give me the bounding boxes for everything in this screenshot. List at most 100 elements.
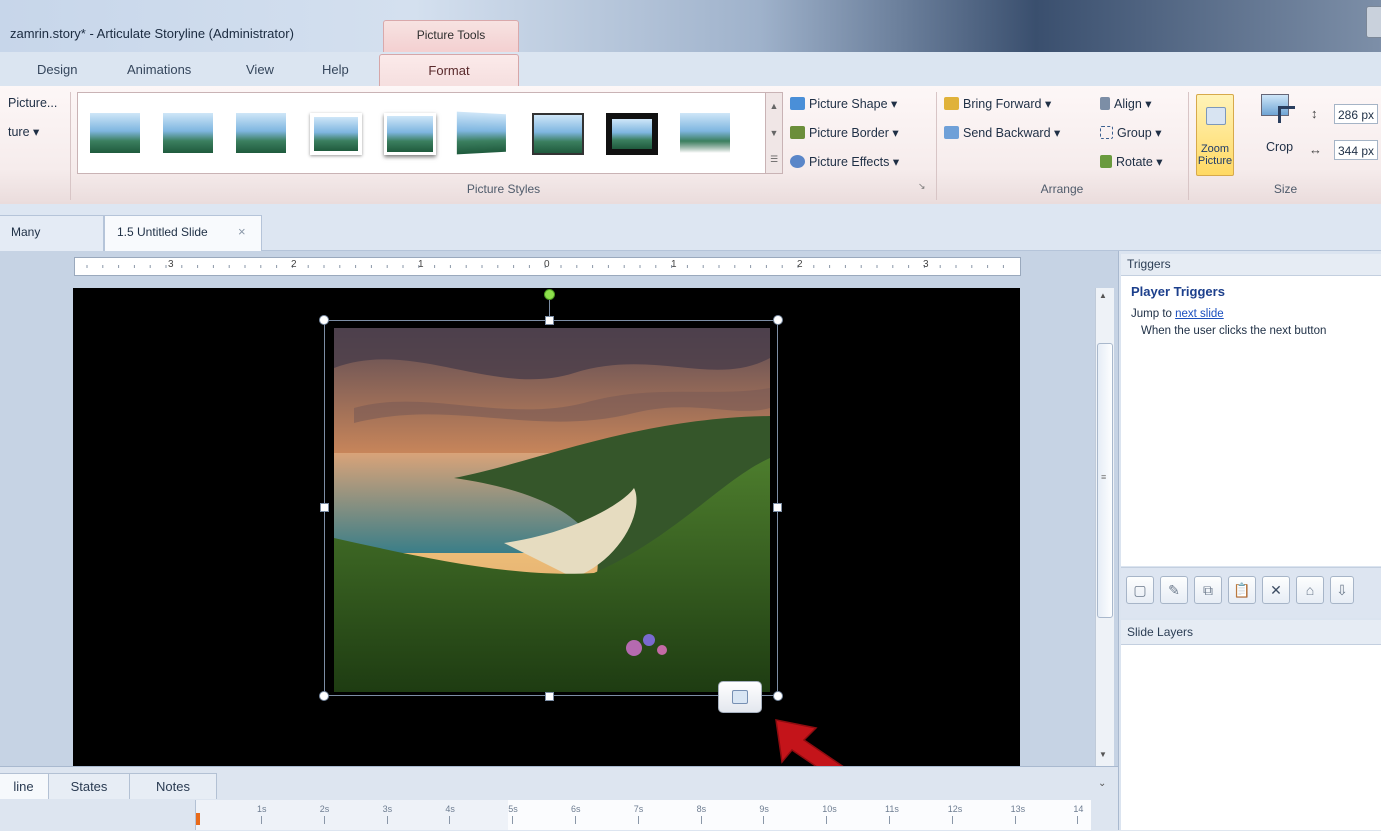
- rotate-label: Rotate ▾: [1116, 155, 1163, 169]
- ribbon: Picture... ture ▾ ▲ ▼ ☰ Picture Shape ▾ …: [0, 86, 1381, 205]
- gallery-down-icon[interactable]: ▼: [766, 120, 782, 146]
- align-button[interactable]: Align ▾: [1100, 96, 1152, 111]
- triggers-header-label: Triggers: [1127, 257, 1171, 271]
- rotate-handle[interactable]: [544, 289, 555, 300]
- rotate-icon: [1100, 155, 1112, 168]
- ruler-label: 3: [923, 259, 929, 270]
- align-icon: [1100, 97, 1110, 110]
- arrange-group-label: Arrange: [1040, 182, 1084, 196]
- vertical-scroll-thumb[interactable]: ≡: [1097, 343, 1113, 618]
- scroll-down-icon[interactable]: ▼: [1099, 750, 1107, 759]
- gallery-scroll[interactable]: ▲ ▼ ☰: [765, 92, 783, 174]
- timeline-tick-label: 7s: [633, 804, 644, 814]
- resize-handle-top[interactable]: [545, 316, 554, 325]
- tab-notes[interactable]: Notes: [129, 773, 217, 799]
- horizontal-ruler: 3 2 1 0 1 2 3: [74, 257, 1021, 276]
- slide-tab-untitled[interactable]: 1.5 Untitled Slide ×: [104, 215, 262, 251]
- resize-handle-top-left[interactable]: [319, 315, 329, 325]
- picture-border-button[interactable]: Picture Border ▾: [790, 125, 899, 140]
- timeline-tick-label: 9s: [759, 804, 769, 814]
- tab-format[interactable]: Format: [379, 54, 519, 88]
- timeline-tick-label: 1s: [257, 804, 267, 814]
- picture-styles-gallery[interactable]: [77, 92, 767, 174]
- ruler-label: 2: [797, 259, 803, 270]
- send-backward-button[interactable]: Send Backward ▾: [944, 125, 1060, 140]
- tab-timeline[interactable]: line: [0, 773, 49, 799]
- group-button[interactable]: Group ▾: [1100, 125, 1162, 140]
- style-thumb[interactable]: [532, 113, 584, 155]
- landscape-photo[interactable]: [334, 328, 770, 692]
- resize-handle-top-right[interactable]: [773, 315, 783, 325]
- picture-shape-button[interactable]: Picture Shape ▾: [790, 96, 897, 111]
- picture-effects-label: Picture Effects ▾: [809, 155, 900, 169]
- tab-format-label: Format: [428, 63, 470, 78]
- style-thumb[interactable]: [90, 113, 140, 153]
- tab-design[interactable]: Design: [37, 62, 77, 77]
- new-trigger-icon[interactable]: ▢: [1126, 576, 1154, 604]
- timeline-tick: [1077, 816, 1079, 824]
- picture-shape-label: Picture Shape ▾: [809, 97, 898, 111]
- reset-picture-button[interactable]: ture ▾: [8, 124, 39, 139]
- timeline-tick-label: 4s: [445, 804, 455, 814]
- triggers-list: Player Triggers Jump to next slide When …: [1121, 276, 1381, 566]
- window-control-button[interactable]: [1366, 6, 1381, 38]
- style-thumb[interactable]: [680, 113, 730, 153]
- size-group-label: Size: [1273, 182, 1298, 196]
- resize-handle-bottom-right[interactable]: [773, 691, 783, 701]
- resize-handle-left[interactable]: [320, 503, 329, 512]
- edit-trigger-icon[interactable]: ✎: [1160, 576, 1188, 604]
- trigger-link[interactable]: next slide: [1175, 308, 1224, 320]
- bring-forward-button[interactable]: Bring Forward ▾: [944, 96, 1051, 111]
- resize-handle-bottom[interactable]: [545, 692, 554, 701]
- timeline-tick-label: 12s: [947, 804, 963, 814]
- player-triggers-title: Player Triggers: [1131, 284, 1225, 299]
- style-thumb[interactable]: [606, 113, 658, 155]
- paste-trigger-icon[interactable]: 📋: [1228, 576, 1256, 604]
- gallery-up-icon[interactable]: ▲: [766, 93, 782, 119]
- bring-forward-icon: [944, 97, 959, 110]
- tab-animations[interactable]: Animations: [127, 62, 191, 77]
- timeline-tick-label: 6s: [571, 804, 581, 814]
- style-thumb[interactable]: [456, 111, 506, 155]
- width-icon: ↔: [1309, 142, 1322, 157]
- playhead[interactable]: [196, 813, 200, 825]
- crop-label: Crop: [1266, 140, 1294, 154]
- crop-button[interactable]: [1258, 94, 1298, 130]
- lock-icon[interactable]: ⌂: [1296, 576, 1324, 604]
- gallery-more-icon[interactable]: ☰: [766, 146, 782, 172]
- height-input[interactable]: 286 px: [1334, 104, 1378, 124]
- tab-view[interactable]: View: [246, 62, 274, 77]
- copy-trigger-icon[interactable]: ⧉: [1194, 576, 1222, 604]
- timeline-tick: [323, 816, 325, 824]
- height-icon: ↕: [1311, 106, 1318, 121]
- width-input[interactable]: 344 px: [1334, 140, 1378, 160]
- picture-effects-button[interactable]: Picture Effects ▾: [790, 154, 899, 169]
- style-thumb[interactable]: [310, 113, 362, 155]
- style-thumb[interactable]: [384, 113, 436, 155]
- zoom-picture-icon: [1206, 107, 1226, 125]
- style-thumb[interactable]: [236, 113, 286, 153]
- delete-trigger-icon[interactable]: ✕: [1262, 576, 1290, 604]
- resize-handle-bottom-left[interactable]: [319, 691, 329, 701]
- ruler-label: 0: [544, 259, 550, 270]
- landscape-photo-image: [334, 328, 770, 692]
- zoom-picture-badge[interactable]: [718, 681, 762, 713]
- change-picture-button[interactable]: Picture...: [8, 96, 57, 110]
- tab-states[interactable]: States: [48, 773, 130, 799]
- style-thumb[interactable]: [163, 113, 213, 153]
- move-trigger-icon[interactable]: ⇩: [1330, 576, 1354, 604]
- rotate-button[interactable]: Rotate ▾: [1100, 154, 1163, 169]
- scroll-up-icon[interactable]: ▲: [1099, 291, 1107, 300]
- timeline-tick-label: 8s: [696, 804, 707, 814]
- resize-handle-right[interactable]: [773, 503, 782, 512]
- close-icon[interactable]: ×: [238, 224, 246, 239]
- zoom-picture-button[interactable]: Zoom Picture: [1196, 94, 1234, 176]
- collapse-chevron-icon[interactable]: ⌄: [1098, 778, 1106, 789]
- tab-help[interactable]: Help: [322, 62, 349, 77]
- dialog-launcher-icon[interactable]: ↘: [918, 181, 926, 192]
- ruler-label: 1: [671, 259, 677, 270]
- title-bar: zamrin.story* - Articulate Storyline (Ad…: [0, 0, 1381, 53]
- timeline-tick-label: 2s: [319, 804, 330, 814]
- trigger-item[interactable]: Jump to next slide: [1131, 308, 1224, 320]
- slide-tab-many[interactable]: Many: [0, 215, 104, 251]
